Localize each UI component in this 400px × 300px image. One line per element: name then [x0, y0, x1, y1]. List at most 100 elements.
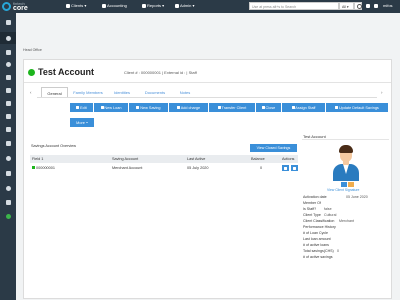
breadcrumb[interactable]: Head Office: [23, 48, 42, 52]
col-header-actions: Actions: [282, 157, 295, 161]
tab-documents[interactable]: Documents: [139, 87, 171, 97]
sidebar-item-help[interactable]: [0, 210, 16, 222]
edit-button-label: Edit: [80, 105, 87, 110]
language-icon[interactable]: [374, 4, 378, 8]
detail-label: Member Of: [303, 201, 321, 205]
divider: [24, 82, 391, 83]
sidebar-item-calendar[interactable]: [0, 110, 16, 122]
table-row-balance: 0: [260, 166, 263, 170]
user-name: mifos: [383, 3, 393, 8]
profile-divider: [302, 139, 389, 140]
withdraw-action-button[interactable]: [291, 165, 298, 171]
hamburger-icon: [5, 19, 11, 25]
sidebar-item-menu[interactable]: [0, 16, 16, 28]
logo-ring-icon: [2, 2, 11, 11]
edit-icon: [335, 106, 339, 109]
search-button[interactable]: [354, 2, 362, 10]
detail-value: Merchant: [339, 219, 354, 223]
tab-general[interactable]: General: [41, 87, 68, 97]
upload-photo-icon[interactable]: [341, 182, 347, 187]
sidebar-item-groups[interactable]: [0, 71, 16, 83]
sidebar-item-settings[interactable]: [0, 167, 16, 179]
sidebar-item-products[interactable]: [0, 84, 16, 96]
tab-family-members[interactable]: Family Members: [70, 87, 106, 97]
add-charge-button[interactable]: Add charge: [169, 103, 208, 112]
nav-reports[interactable]: Reports ▾: [142, 3, 164, 8]
chart-icon: [142, 4, 146, 8]
detail-label: # of active savings: [303, 255, 333, 259]
transfer-client-button[interactable]: Transfer Client: [209, 103, 255, 112]
new-saving-button[interactable]: New Saving: [129, 103, 168, 112]
sidebar-item-reports[interactable]: [0, 123, 16, 135]
calendar-icon: [5, 113, 11, 119]
detail-value: 0: [337, 249, 339, 253]
edit-icon: [76, 106, 80, 109]
check-icon: [5, 49, 11, 55]
detail-label: Client Type: [303, 213, 321, 217]
nav-accounting[interactable]: Accounting: [102, 3, 127, 8]
search-input[interactable]: Use at press alt+s to Search: [249, 2, 339, 10]
detail-label: # of active loans: [303, 243, 329, 247]
col-header-last-active: Last Active: [187, 157, 206, 161]
search-scope-select[interactable]: All ▾: [339, 2, 354, 10]
edit-button[interactable]: Edit: [70, 103, 93, 112]
file-icon: [5, 126, 11, 132]
close-icon: [261, 106, 265, 109]
detail-label: Performance History: [303, 225, 336, 229]
capture-photo-icon[interactable]: [348, 182, 354, 187]
logo-text-bottom: core: [13, 5, 28, 12]
more-button-label: More: [76, 120, 85, 125]
avatar: [333, 145, 359, 181]
people-icon: [5, 185, 11, 191]
tab-notes[interactable]: Notes: [174, 87, 196, 97]
nav-admin[interactable]: Admin ▾: [175, 3, 194, 8]
detail-label: Activation date: [303, 195, 327, 199]
col-header-saving-account: Saving Account: [112, 157, 139, 161]
table-row-product[interactable]: Merchant Account: [112, 166, 142, 170]
account-meta: Client # : 000000001 | External id : | S…: [124, 70, 197, 75]
account-number: 000000001: [36, 166, 56, 170]
fintechcore-logo[interactable]: fintech core: [2, 1, 34, 12]
sidebar-item-people[interactable]: [0, 182, 16, 194]
plus-icon: [176, 106, 180, 109]
money-icon: [5, 140, 11, 146]
transfer-client-button-label: Transfer Client: [221, 105, 247, 110]
sidebar-item-users[interactable]: [0, 58, 16, 70]
active-status-icon: [32, 166, 35, 170]
deposit-action-button[interactable]: [282, 165, 289, 171]
nav-clients[interactable]: Clients ▾: [66, 3, 86, 8]
sidebar-item-org[interactable]: [0, 196, 16, 208]
assign-staff-button[interactable]: Assign Staff: [282, 103, 325, 112]
user-menu[interactable]: mifos: [383, 3, 393, 8]
update-default-savings-button[interactable]: Update Default Savings: [326, 103, 388, 112]
new-saving-button-label: New Saving: [140, 105, 161, 110]
detail-value: Cultural: [324, 213, 337, 217]
gear-icon: [5, 170, 11, 176]
tab-identities[interactable]: Identities: [108, 87, 136, 97]
sidebar-item-staff[interactable]: [0, 152, 16, 164]
notifications-icon[interactable]: [366, 4, 370, 8]
bank-icon: [5, 100, 11, 106]
sidebar-item-accounts[interactable]: [0, 97, 16, 109]
wrench-icon: [175, 4, 179, 8]
top-navbar: fintech core Clients ▾ Accounting Report…: [0, 0, 400, 13]
close-button[interactable]: Close: [256, 103, 281, 112]
detail-label: Client Classification: [303, 219, 335, 223]
close-button-label: Close: [265, 105, 276, 110]
sidebar-item-tasks[interactable]: [0, 46, 16, 58]
view-closed-savings-button[interactable]: View Closed Savings: [250, 144, 297, 152]
table-row-account[interactable]: 000000001: [32, 166, 55, 170]
transfer-icon: [217, 106, 221, 109]
tab-scroll-left-icon[interactable]: ‹: [30, 90, 32, 95]
status-indicator: [28, 69, 35, 76]
sidebar: [0, 13, 16, 300]
new-loan-button[interactable]: New Loan: [94, 103, 128, 112]
detail-label: Total savings(CHS): [303, 249, 334, 253]
sidebar-item-dashboard[interactable]: [0, 32, 16, 44]
sidebar-item-collections[interactable]: [0, 137, 16, 149]
table-row-last-active: 05 July 2020: [187, 166, 209, 170]
more-dropdown-button[interactable]: More: [70, 118, 94, 127]
nav-clients-label: Clients: [71, 3, 84, 8]
view-client-signature-link[interactable]: View Client Signature: [327, 188, 359, 192]
tab-scroll-right-icon[interactable]: ›: [381, 90, 383, 95]
